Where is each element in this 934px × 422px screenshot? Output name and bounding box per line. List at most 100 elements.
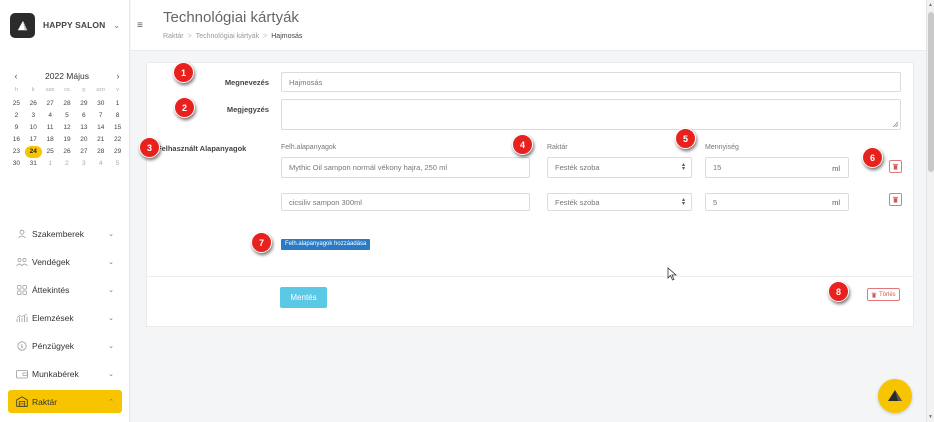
trash-icon: [871, 292, 877, 298]
annotation-badge: 3: [139, 137, 160, 158]
menu-item-label: Pénzügyek: [32, 340, 75, 351]
calendar-month-label: 2022 Május: [45, 71, 89, 81]
calendar-day[interactable]: 10: [25, 122, 42, 134]
select-arrow-icon: ▴ ▾: [681, 162, 685, 172]
select-arrow-icon: ▴ ▾: [681, 197, 685, 207]
menu-item-label: Raktár: [32, 396, 58, 407]
calendar-day[interactable]: 7: [92, 110, 109, 122]
delete-label: Törlés: [879, 291, 896, 298]
menu-item-guests[interactable]: Vendégek ⌄: [8, 250, 122, 273]
floating-logo-button[interactable]: [878, 379, 912, 413]
brand-switcher[interactable]: HAPPY SALON ⌄: [10, 12, 125, 38]
scroll-up-icon[interactable]: ▲: [928, 2, 933, 8]
coin-icon: $: [16, 340, 28, 352]
annotation-badge: 5: [675, 128, 696, 149]
calendar-day[interactable]: 1: [109, 98, 126, 110]
save-button[interactable]: Mentés: [280, 287, 327, 308]
breadcrumb-item-raktar[interactable]: Raktár: [163, 33, 184, 40]
delete-button[interactable]: Törlés: [867, 288, 900, 301]
scroll-down-icon[interactable]: ▼: [928, 414, 933, 420]
calendar-day[interactable]: 17: [25, 134, 42, 146]
calendar-day[interactable]: 19: [59, 134, 76, 146]
calendar-day[interactable]: 6: [75, 110, 92, 122]
wallet-icon: [16, 368, 28, 380]
calendar-day[interactable]: 12: [59, 122, 76, 134]
calendar-day[interactable]: 13: [75, 122, 92, 134]
storage-select[interactable]: Festék szoba ▴ ▾: [547, 157, 692, 178]
page-scrollbar[interactable]: ▲ ▼: [926, 0, 934, 422]
guests-icon: [16, 257, 28, 266]
calendar-day[interactable]: 31: [25, 158, 42, 170]
column-quantity: Mennyiség: [705, 144, 739, 151]
calendar-day[interactable]: 28: [92, 146, 109, 158]
calendar-day[interactable]: 20: [75, 134, 92, 146]
salon-logo-icon: [888, 390, 902, 401]
page-title: Technológiai kártyák: [163, 9, 299, 26]
quantity-input[interactable]: 15 ml: [705, 157, 849, 178]
calendar-day[interactable]: 28: [59, 98, 76, 110]
calendar-day[interactable]: 2: [8, 110, 25, 122]
form-divider: [147, 276, 913, 277]
hamburger-menu-icon[interactable]: ≡: [137, 20, 143, 31]
calendar-weekday: sze: [45, 87, 55, 93]
calendar-day[interactable]: 30: [92, 98, 109, 110]
calendar-day[interactable]: 9: [8, 122, 25, 134]
calendar-day[interactable]: 30: [8, 158, 25, 170]
calendar-day[interactable]: 4: [42, 110, 59, 122]
calendar-day[interactable]: 29: [75, 98, 92, 110]
remove-row-button[interactable]: [889, 160, 902, 173]
remove-row-button[interactable]: [889, 193, 902, 206]
grid-icon: [16, 284, 28, 296]
menu-item-label: Elemzések: [32, 312, 74, 323]
calendar-day[interactable]: 4: [92, 158, 109, 170]
menu-item-label: Áttekintés: [32, 284, 70, 295]
calendar-day[interactable]: 3: [25, 110, 42, 122]
salon-logo-icon: [10, 12, 35, 38]
material-input[interactable]: Mythic Oil sampon normál vékony hajra, 2…: [281, 157, 530, 178]
calendar-day[interactable]: 27: [75, 146, 92, 158]
calendar-day[interactable]: 8: [109, 110, 126, 122]
calendar-day[interactable]: 16: [8, 134, 25, 146]
menu-item-coin[interactable]: $ Pénzügyek ⌄: [8, 334, 122, 357]
menu-item-wallet[interactable]: Munkabérek ⌄: [8, 362, 122, 385]
calendar-day[interactable]: 25: [8, 98, 25, 110]
material-value: Mythic Oil sampon normál vékony hajra, 2…: [289, 163, 447, 172]
calendar-day-today[interactable]: 24: [24, 146, 42, 158]
calendar-day[interactable]: 22: [109, 134, 126, 146]
calendar-day[interactable]: 15: [109, 122, 126, 134]
resize-handle-icon[interactable]: [892, 121, 898, 127]
storage-select[interactable]: Festék szoba ▴ ▾: [547, 193, 692, 211]
breadcrumb-item-cards[interactable]: Technológiai kártyák: [196, 33, 259, 40]
calendar-day[interactable]: 14: [92, 122, 109, 134]
calendar-day[interactable]: 29: [109, 146, 126, 158]
calendar-day[interactable]: 23: [8, 146, 25, 158]
calendar-day[interactable]: 27: [42, 98, 59, 110]
menu-item-chart[interactable]: Elemzések ⌄: [8, 306, 122, 329]
calendar-day[interactable]: 18: [42, 134, 59, 146]
name-label: Megnevezés: [224, 78, 269, 87]
calendar-day[interactable]: 25: [42, 146, 59, 158]
calendar-day[interactable]: 26: [59, 146, 76, 158]
name-input[interactable]: Hajmosás: [281, 72, 901, 92]
menu-item-grid[interactable]: Áttekintés ⌄: [8, 278, 122, 301]
calendar-day[interactable]: 1: [42, 158, 59, 170]
note-label: Megjegyzés: [226, 105, 269, 114]
chevron-down-icon: ⌄: [108, 342, 114, 350]
scroll-thumb[interactable]: [928, 12, 934, 172]
calendar-day[interactable]: 3: [75, 158, 92, 170]
calendar-next-button[interactable]: ›: [113, 71, 123, 81]
calendar-day[interactable]: 26: [25, 98, 42, 110]
menu-item-label: Munkabérek: [32, 368, 79, 379]
menu-item-person[interactable]: Szakemberek ⌄: [8, 222, 122, 245]
quantity-input[interactable]: 5 ml: [705, 193, 849, 211]
add-material-button[interactable]: Felh.alapanyagok hozzáadása: [281, 239, 371, 250]
material-input[interactable]: cicsiliv sampon 300ml: [281, 193, 530, 211]
note-textarea[interactable]: [281, 99, 901, 130]
calendar-day[interactable]: 11: [42, 122, 59, 134]
calendar-day[interactable]: 2: [59, 158, 76, 170]
calendar-day[interactable]: 21: [92, 134, 109, 146]
calendar-prev-button[interactable]: ‹: [11, 71, 21, 81]
calendar-day[interactable]: 5: [109, 158, 126, 170]
calendar-day[interactable]: 5: [59, 110, 76, 122]
menu-item-warehouse[interactable]: Raktár ⌃: [8, 390, 122, 413]
